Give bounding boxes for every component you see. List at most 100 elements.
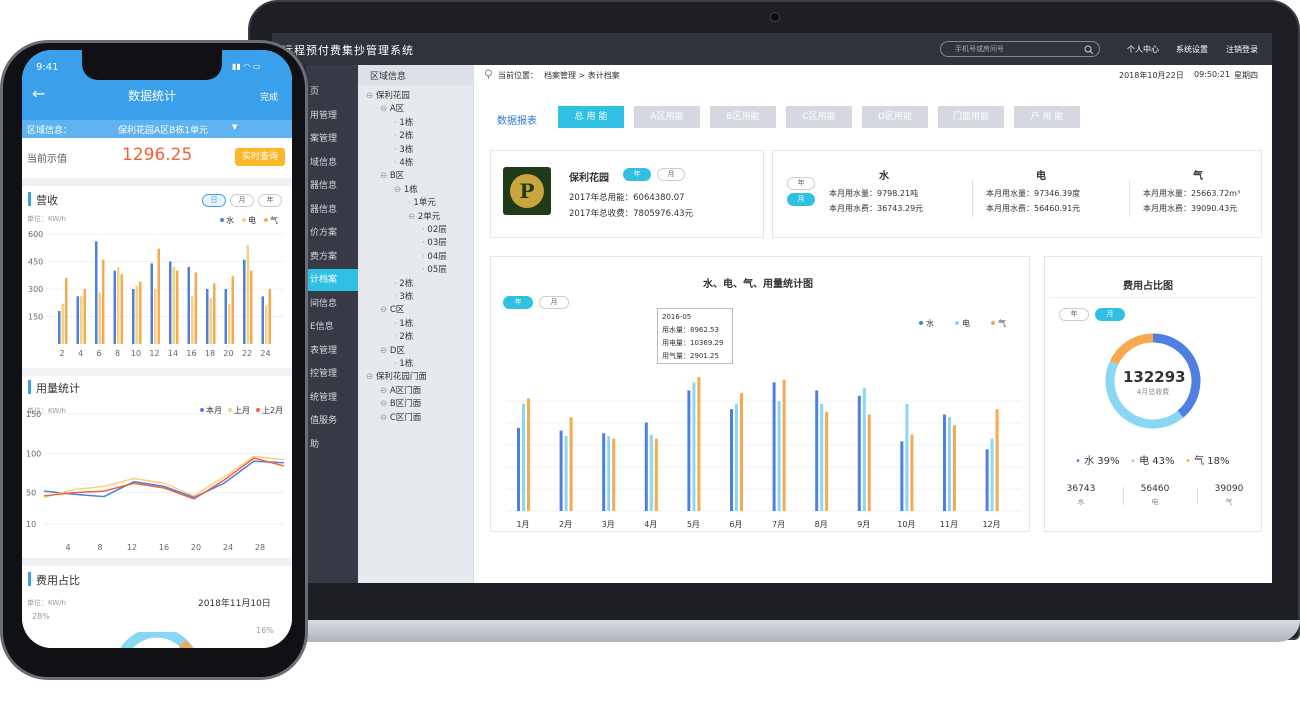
tree-node[interactable]: ⊖ C区门面 <box>380 411 421 423</box>
fee-toggle-month[interactable]: 月 <box>1095 308 1125 321</box>
collapse-icon[interactable]: ⊖ <box>380 171 390 181</box>
tree-node[interactable]: ⊖ A区 <box>380 102 404 114</box>
link-profile[interactable]: 个人中心 <box>1127 44 1159 55</box>
nav-item[interactable]: 统管理 <box>306 387 358 409</box>
fee-value: 56460 <box>1140 484 1170 494</box>
tree-node[interactable]: · 1栋 <box>394 357 413 369</box>
tree-node[interactable]: · 4栋 <box>394 156 413 168</box>
tree-node[interactable]: ⊖ B区门面 <box>380 397 421 409</box>
total-fee: 2017年总收费：7805976.43元 <box>569 209 694 219</box>
bar-气 <box>740 393 743 511</box>
bar-水 <box>644 422 648 511</box>
collapse-icon[interactable]: ⊖ <box>380 104 390 114</box>
tree-node[interactable]: · 2栋 <box>394 330 413 342</box>
svg-text:P: P <box>519 179 534 203</box>
report-tab[interactable]: B区用能 <box>710 106 776 128</box>
collapse-icon[interactable]: ⊖ <box>366 372 376 382</box>
bar-电 <box>80 296 83 344</box>
tree-node[interactable]: ⊖ 1栋 <box>394 183 418 195</box>
tree-node[interactable]: ⊖ 保利花园门面 <box>366 370 427 382</box>
util-toggle-year[interactable]: 年 <box>787 177 815 190</box>
tree-node[interactable]: ⊖ 2单元 <box>408 210 440 222</box>
tree-header: 区域信息 <box>358 65 474 85</box>
util-toggle-month[interactable]: 月 <box>787 193 815 206</box>
tree-node[interactable]: · 03层 <box>422 236 447 248</box>
collapse-icon[interactable]: ⊖ <box>380 386 390 396</box>
tree-node[interactable]: ⊖ 保利花园 <box>366 89 410 101</box>
collapse-icon[interactable]: ⊖ <box>380 399 390 409</box>
tree-node[interactable]: ⊖ D区 <box>380 344 405 356</box>
nav-item[interactable]: 控管理 <box>306 363 358 385</box>
fee-toggle-year[interactable]: 年 <box>1059 308 1089 321</box>
nav-item[interactable]: 器信息 <box>306 175 358 197</box>
nav-item[interactable]: 值服务 <box>306 410 358 432</box>
bar-气 <box>268 289 271 344</box>
collapse-icon[interactable]: ⊖ <box>380 413 390 423</box>
collapse-icon[interactable]: ⊖ <box>394 185 404 195</box>
revenue-toggle-year[interactable]: 年 <box>258 194 282 207</box>
x-tick-label: 16 <box>186 349 196 358</box>
nav-item[interactable]: 域信息 <box>306 152 358 174</box>
tree-node-label: B区门面 <box>389 399 422 410</box>
nav-item[interactable]: E信息 <box>306 316 358 338</box>
report-tab[interactable]: A区用能 <box>634 106 700 128</box>
tree-node[interactable]: ⊖ B区 <box>380 169 404 181</box>
nav-item[interactable]: 器信息 <box>306 199 358 221</box>
toggle-year[interactable]: 年 <box>623 168 651 181</box>
tree-node[interactable]: · 3栋 <box>394 143 413 155</box>
collapse-icon[interactable]: ⊖ <box>408 212 418 222</box>
bar-水 <box>602 433 606 511</box>
tree-node[interactable]: ⊖ C区 <box>380 303 404 315</box>
tree-node[interactable]: · 3栋 <box>394 290 413 302</box>
toggle-month[interactable]: 月 <box>657 168 685 181</box>
legend-label: 电 <box>962 318 970 328</box>
realtime-query-button[interactable]: 实时查询 <box>235 148 285 166</box>
back-arrow-icon[interactable]: ← <box>32 84 45 103</box>
revenue-toggle-day[interactable]: 日 <box>202 194 226 207</box>
link-logout[interactable]: 注销登录 <box>1226 44 1258 55</box>
link-settings[interactable]: 系统设置 <box>1176 44 1208 55</box>
tree-node[interactable]: · 1栋 <box>394 317 413 329</box>
nav-item[interactable]: 间信息 <box>306 293 358 315</box>
bar-气 <box>250 270 253 344</box>
tree-node[interactable]: · 05层 <box>422 263 447 275</box>
legend-dot <box>955 321 959 325</box>
bar-气 <box>176 270 179 344</box>
report-tab[interactable]: 门面用能 <box>938 106 1004 128</box>
nav-item[interactable]: 表管理 <box>306 340 358 362</box>
collapse-icon[interactable]: ⊖ <box>380 346 390 356</box>
nav-item[interactable]: 费方案 <box>306 246 358 268</box>
report-tab[interactable]: 户 用 能 <box>1014 106 1080 128</box>
tree-node[interactable]: · 1单元 <box>408 196 436 208</box>
collapse-icon[interactable]: ⊖ <box>366 91 376 101</box>
search-input[interactable]: 手机号或房间号 <box>940 41 1100 57</box>
nav-item[interactable]: 用管理 <box>306 105 358 127</box>
nav-item[interactable]: 助 <box>306 434 358 456</box>
report-tab[interactable]: 总 用 能 <box>558 106 624 128</box>
report-tab[interactable]: C区用能 <box>786 106 852 128</box>
x-tick-label: 12月 <box>983 520 1001 529</box>
tree-node-label: 1单元 <box>413 198 436 209</box>
nav-item[interactable]: 价方案 <box>306 222 358 244</box>
tree-node[interactable]: · 02层 <box>422 223 447 235</box>
nav-item[interactable]: 页 <box>306 81 358 103</box>
search-icon[interactable] <box>1084 45 1093 54</box>
report-tab[interactable]: D区用能 <box>862 106 928 128</box>
tree-node[interactable]: ⊖ A区门面 <box>380 384 421 396</box>
breadcrumb[interactable]: 档案管理 > 表计档案 <box>544 70 620 81</box>
tree-node[interactable]: · 2栋 <box>394 277 413 289</box>
bar-水 <box>150 263 153 344</box>
tree-node[interactable]: · 1栋 <box>394 116 413 128</box>
revenue-toggle-month[interactable]: 月 <box>230 194 254 207</box>
tree-node[interactable]: · 04层 <box>422 250 447 262</box>
nav-item[interactable]: 计档案 <box>306 269 358 291</box>
tree-node-label: 保利花园门面 <box>375 372 427 383</box>
region-selector[interactable]: 区域信息： 保利花园A区B栋1单元 ▼ <box>22 120 292 138</box>
tree-node[interactable]: · 2栋 <box>394 129 413 141</box>
nav-item[interactable]: 案管理 <box>306 128 358 150</box>
bar-电 <box>246 245 249 344</box>
legend-label: 水 <box>926 318 934 328</box>
bar-水 <box>95 241 98 344</box>
collapse-icon[interactable]: ⊖ <box>380 305 390 315</box>
done-button[interactable]: 完成 <box>260 90 278 103</box>
